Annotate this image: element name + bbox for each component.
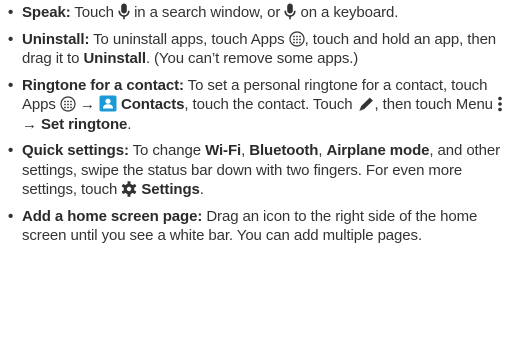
microphone-icon xyxy=(284,3,296,20)
tip-text: To change xyxy=(132,142,201,159)
tip-quick-settings: • Quick settings: To change Wi-Fi, Bluet… xyxy=(5,141,503,200)
bullet: • xyxy=(8,30,14,48)
bullet: • xyxy=(8,207,14,225)
tip-bold: Uninstall xyxy=(83,50,146,67)
microphone-icon xyxy=(118,3,130,20)
tip-text: on a keyboard. xyxy=(300,4,399,21)
tip-bold: Wi-Fi xyxy=(205,142,242,159)
tip-text: . (You can’t remove some apps.) xyxy=(145,50,359,67)
tip-title: Uninstall: xyxy=(22,30,90,48)
tip-bold: Airplane mode xyxy=(326,142,430,159)
tip-text: . xyxy=(127,115,132,133)
tip-text: , xyxy=(241,142,246,159)
apps-icon xyxy=(60,96,76,112)
bullet: • xyxy=(8,142,14,159)
menu-icon xyxy=(497,96,503,112)
tip-text: in a search window, or xyxy=(134,4,281,21)
tip-speak: • Speak: Touch in a search window, or on… xyxy=(5,3,503,23)
tip-text: Touch xyxy=(74,4,114,21)
bullet: • xyxy=(8,76,14,94)
arrow: → xyxy=(22,115,37,133)
tip-text: , touch the contact. Touch xyxy=(184,96,353,113)
apps-icon xyxy=(289,30,305,47)
tip-title: Quick settings: xyxy=(22,142,129,159)
tip-title: Ringtone for a contact: xyxy=(22,76,184,94)
tip-bold: Set ringtone xyxy=(40,115,128,133)
tip-bold: Settings xyxy=(141,181,200,198)
arrow: → xyxy=(79,96,95,113)
tip-text: . xyxy=(199,181,204,198)
tip-ringtone: • Ringtone for a contact: To set a perso… xyxy=(5,76,503,135)
bullet: • xyxy=(8,4,14,21)
tip-bold: Bluetooth xyxy=(249,142,319,159)
tip-title: Speak: xyxy=(22,4,71,21)
tip-bold: Contacts xyxy=(121,96,185,113)
tip-title: Add a home screen page: xyxy=(22,207,203,225)
pencil-icon xyxy=(357,96,375,112)
help-tips-page: • Speak: Touch in a search window, or on… xyxy=(0,0,507,347)
tips-list: • Speak: Touch in a search window, or on… xyxy=(5,3,503,246)
tip-add-home-screen-page: • Add a home screen page: Drag an icon t… xyxy=(5,207,503,246)
tip-text: , xyxy=(318,142,323,159)
tip-text: To uninstall apps, touch Apps xyxy=(93,30,285,48)
contacts-icon xyxy=(99,95,117,112)
tip-text: , then touch Menu xyxy=(374,96,493,113)
gear-icon xyxy=(121,181,137,197)
tip-uninstall: • Uninstall: To uninstall apps, touch Ap… xyxy=(5,30,503,69)
